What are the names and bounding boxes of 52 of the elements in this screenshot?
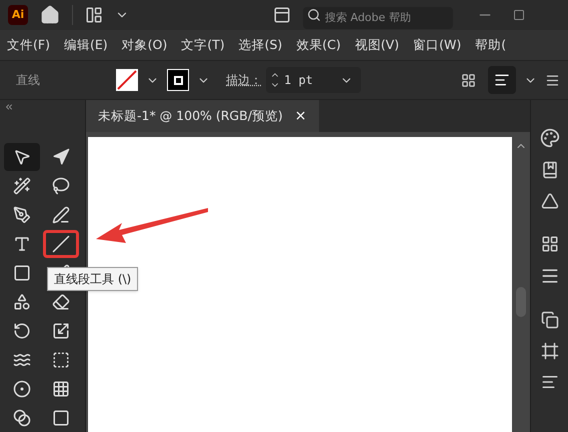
align-left-icon[interactable]	[540, 373, 558, 391]
pen-icon	[13, 206, 31, 224]
copy-icon[interactable]	[540, 311, 558, 329]
palette-icon[interactable]	[540, 128, 560, 148]
search-icon	[307, 8, 321, 22]
menu-item[interactable]: 窗口(W)	[413, 36, 462, 54]
menu-item[interactable]: 编辑(E)	[64, 36, 108, 54]
perspective-grid-icon	[52, 380, 70, 398]
shapes-icon	[13, 293, 31, 311]
menu-item[interactable]: 帮助(	[475, 36, 506, 54]
tool-button[interactable]	[43, 230, 79, 258]
selection-icon	[13, 148, 31, 166]
rectangle-icon	[13, 264, 31, 282]
object-label: 直线	[16, 72, 41, 89]
free-transform-icon	[52, 351, 70, 369]
close-icon[interactable]: ×	[294, 106, 307, 126]
lasso-icon	[52, 177, 70, 195]
rotate-icon	[13, 322, 31, 340]
workspace-icon[interactable]	[85, 6, 103, 24]
type-icon	[13, 235, 31, 253]
menu-item[interactable]: 视图(V)	[354, 36, 400, 54]
document-tab[interactable]: 未标题-1* @ 100% (RGB/预览) ×	[86, 100, 319, 132]
scale-icon	[52, 322, 70, 340]
stroke-label: 描边：	[226, 72, 262, 89]
menu-item[interactable]: 文件(F)	[7, 36, 50, 54]
menu-item[interactable]: 文字(T)	[181, 36, 225, 54]
magic-wand-icon	[13, 177, 31, 195]
frame-icon[interactable]	[540, 342, 558, 360]
menu-item[interactable]: 对象(O)	[122, 36, 168, 54]
grid-icon[interactable]	[461, 72, 476, 88]
align-left-icon	[494, 72, 510, 88]
book-icon[interactable]	[540, 161, 558, 179]
eraser-icon	[52, 293, 70, 311]
stroke-swatch[interactable]	[167, 69, 189, 91]
menu-item[interactable]: 效果(C)	[296, 36, 341, 54]
panel-icon[interactable]	[273, 6, 291, 24]
align-option-button[interactable]	[488, 66, 516, 94]
tool-button[interactable]	[4, 143, 40, 171]
menu-item[interactable]: 选择(S)	[238, 36, 282, 54]
collapse-icon[interactable]	[4, 102, 14, 112]
warp-icon	[13, 351, 31, 369]
line-icon	[52, 235, 70, 253]
maximize-icon[interactable]	[513, 9, 525, 21]
menu-icon[interactable]	[545, 72, 560, 88]
search-field[interactable]: 搜索 Adobe 帮助	[303, 6, 453, 28]
app-logo: Ai	[8, 5, 28, 25]
grid-icon[interactable]	[540, 235, 558, 253]
home-icon[interactable]	[40, 5, 60, 25]
fill-swatch[interactable]	[116, 69, 138, 91]
tooltip: 直线段工具 (\)	[47, 267, 138, 291]
direct-selection-icon	[52, 148, 70, 166]
stroke-weight-field[interactable]: 1 pt	[266, 67, 361, 93]
